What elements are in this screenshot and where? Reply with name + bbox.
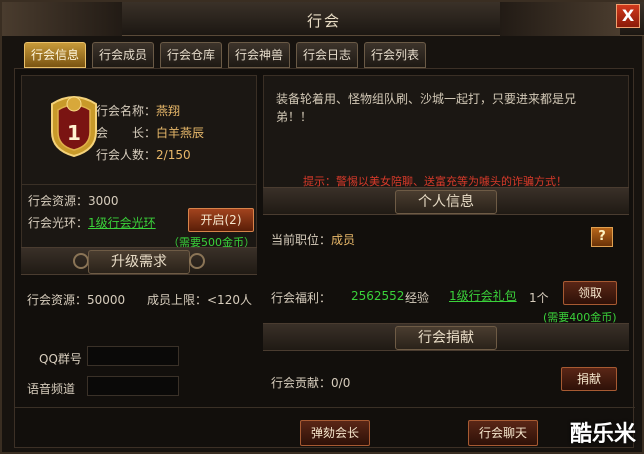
guild-name-label: 行会名称：	[96, 104, 157, 118]
contribution-value: 0/0	[331, 376, 351, 390]
guild-name-value: 燕翔	[156, 104, 181, 118]
guild-level-emblem-icon: 1	[51, 96, 97, 158]
personal-info-heading: 个人信息	[395, 190, 497, 214]
voice-channel-input[interactable]	[87, 376, 179, 396]
contribution-row: 行会贡献：0/0	[271, 374, 350, 391]
impeach-leader-button[interactable]: 弹劾会长	[300, 420, 370, 446]
guild-info-content: 1 行会名称：燕翔 会 长：白羊燕辰 行会人数：2/150 行会资源：3000 …	[14, 68, 635, 448]
position-value: 成员	[331, 233, 356, 247]
voice-channel-label: 语音频道	[27, 382, 76, 396]
upgrade-heading: 升级需求	[88, 250, 190, 274]
welfare-label: 行会福利：	[271, 291, 332, 305]
guild-leader-value: 白羊燕辰	[156, 126, 205, 140]
tab-guild-log[interactable]: 行会日志	[296, 42, 358, 68]
guild-level-number: 1	[67, 121, 81, 145]
guild-card: 1 行会名称：燕翔 会 长：白羊燕辰 行会人数：2/150 行会资源：3000 …	[21, 75, 257, 249]
watermark-logo: 酷乐米	[569, 422, 636, 447]
qq-group-input[interactable]	[87, 346, 179, 366]
donate-header: 行会捐献	[263, 323, 629, 351]
tab-guild-beast[interactable]: 行会神兽	[228, 42, 290, 68]
close-button[interactable]: X	[616, 4, 640, 28]
donate-button[interactable]: 捐献	[561, 367, 617, 391]
upgrade-header: 升级需求	[21, 247, 257, 275]
title-bar: 行会	[2, 2, 644, 36]
guild-name-row: 行会名称：燕翔	[96, 102, 180, 119]
guild-members-row: 行会人数：2/150	[96, 146, 191, 163]
open-aura-button[interactable]: 开启(2)	[188, 208, 254, 232]
welfare-exp-value: 2562552	[351, 289, 405, 303]
guild-leader-label: 会 长：	[96, 126, 157, 140]
donate-heading: 行会捐献	[395, 326, 497, 350]
guild-notice-text: 装备轮着用、怪物组队刷、沙城一起打，只要进来都是兄弟！！	[276, 92, 577, 124]
ornament-icon	[73, 253, 89, 269]
tab-guild-list[interactable]: 行会列表	[364, 42, 426, 68]
card-divider	[22, 184, 256, 185]
guild-aura-row: 行会光环：1级行会光环	[28, 214, 156, 231]
position-label: 当前职位：	[271, 233, 332, 247]
guild-aura-link[interactable]: 1级行会光环	[88, 216, 156, 230]
tab-guild-info[interactable]: 行会信息	[24, 42, 86, 68]
guild-chat-button[interactable]: 行会聊天	[468, 420, 538, 446]
guild-leader-row: 会 长：白羊燕辰	[96, 124, 204, 141]
guild-resources: 行会资源：3000	[28, 194, 119, 208]
welfare-exp-unit: 经验	[405, 291, 430, 305]
guild-aura-label: 行会光环：	[28, 216, 89, 230]
help-icon[interactable]: ?	[591, 227, 613, 247]
ornament-icon	[189, 253, 205, 269]
footer-divider	[15, 407, 635, 408]
guild-gift-link[interactable]: 1级行会礼包	[449, 287, 517, 304]
tab-guild-members[interactable]: 行会成员	[92, 42, 154, 68]
tab-guild-warehouse[interactable]: 行会仓库	[160, 42, 222, 68]
upgrade-resources: 行会资源：50000	[27, 293, 126, 307]
guild-members-label: 行会人数：	[96, 148, 157, 162]
guild-gift-count: 1个	[529, 291, 549, 305]
window-title: 行会	[306, 12, 341, 30]
upgrade-member-limit: 成员上限：<120人	[147, 293, 252, 307]
guild-window: 行会 X 行会信息 行会成员 行会仓库 行会神兽 行会日志 行会列表 1 行会名…	[0, 0, 644, 454]
guild-members-value: 2/150	[156, 148, 191, 162]
qq-group-label: QQ群号	[39, 352, 82, 366]
claim-button[interactable]: 领取	[563, 281, 617, 305]
personal-info-header: 个人信息	[263, 187, 629, 215]
contribution-label: 行会贡献：	[271, 376, 332, 390]
position-row: 当前职位：成员	[271, 231, 355, 248]
